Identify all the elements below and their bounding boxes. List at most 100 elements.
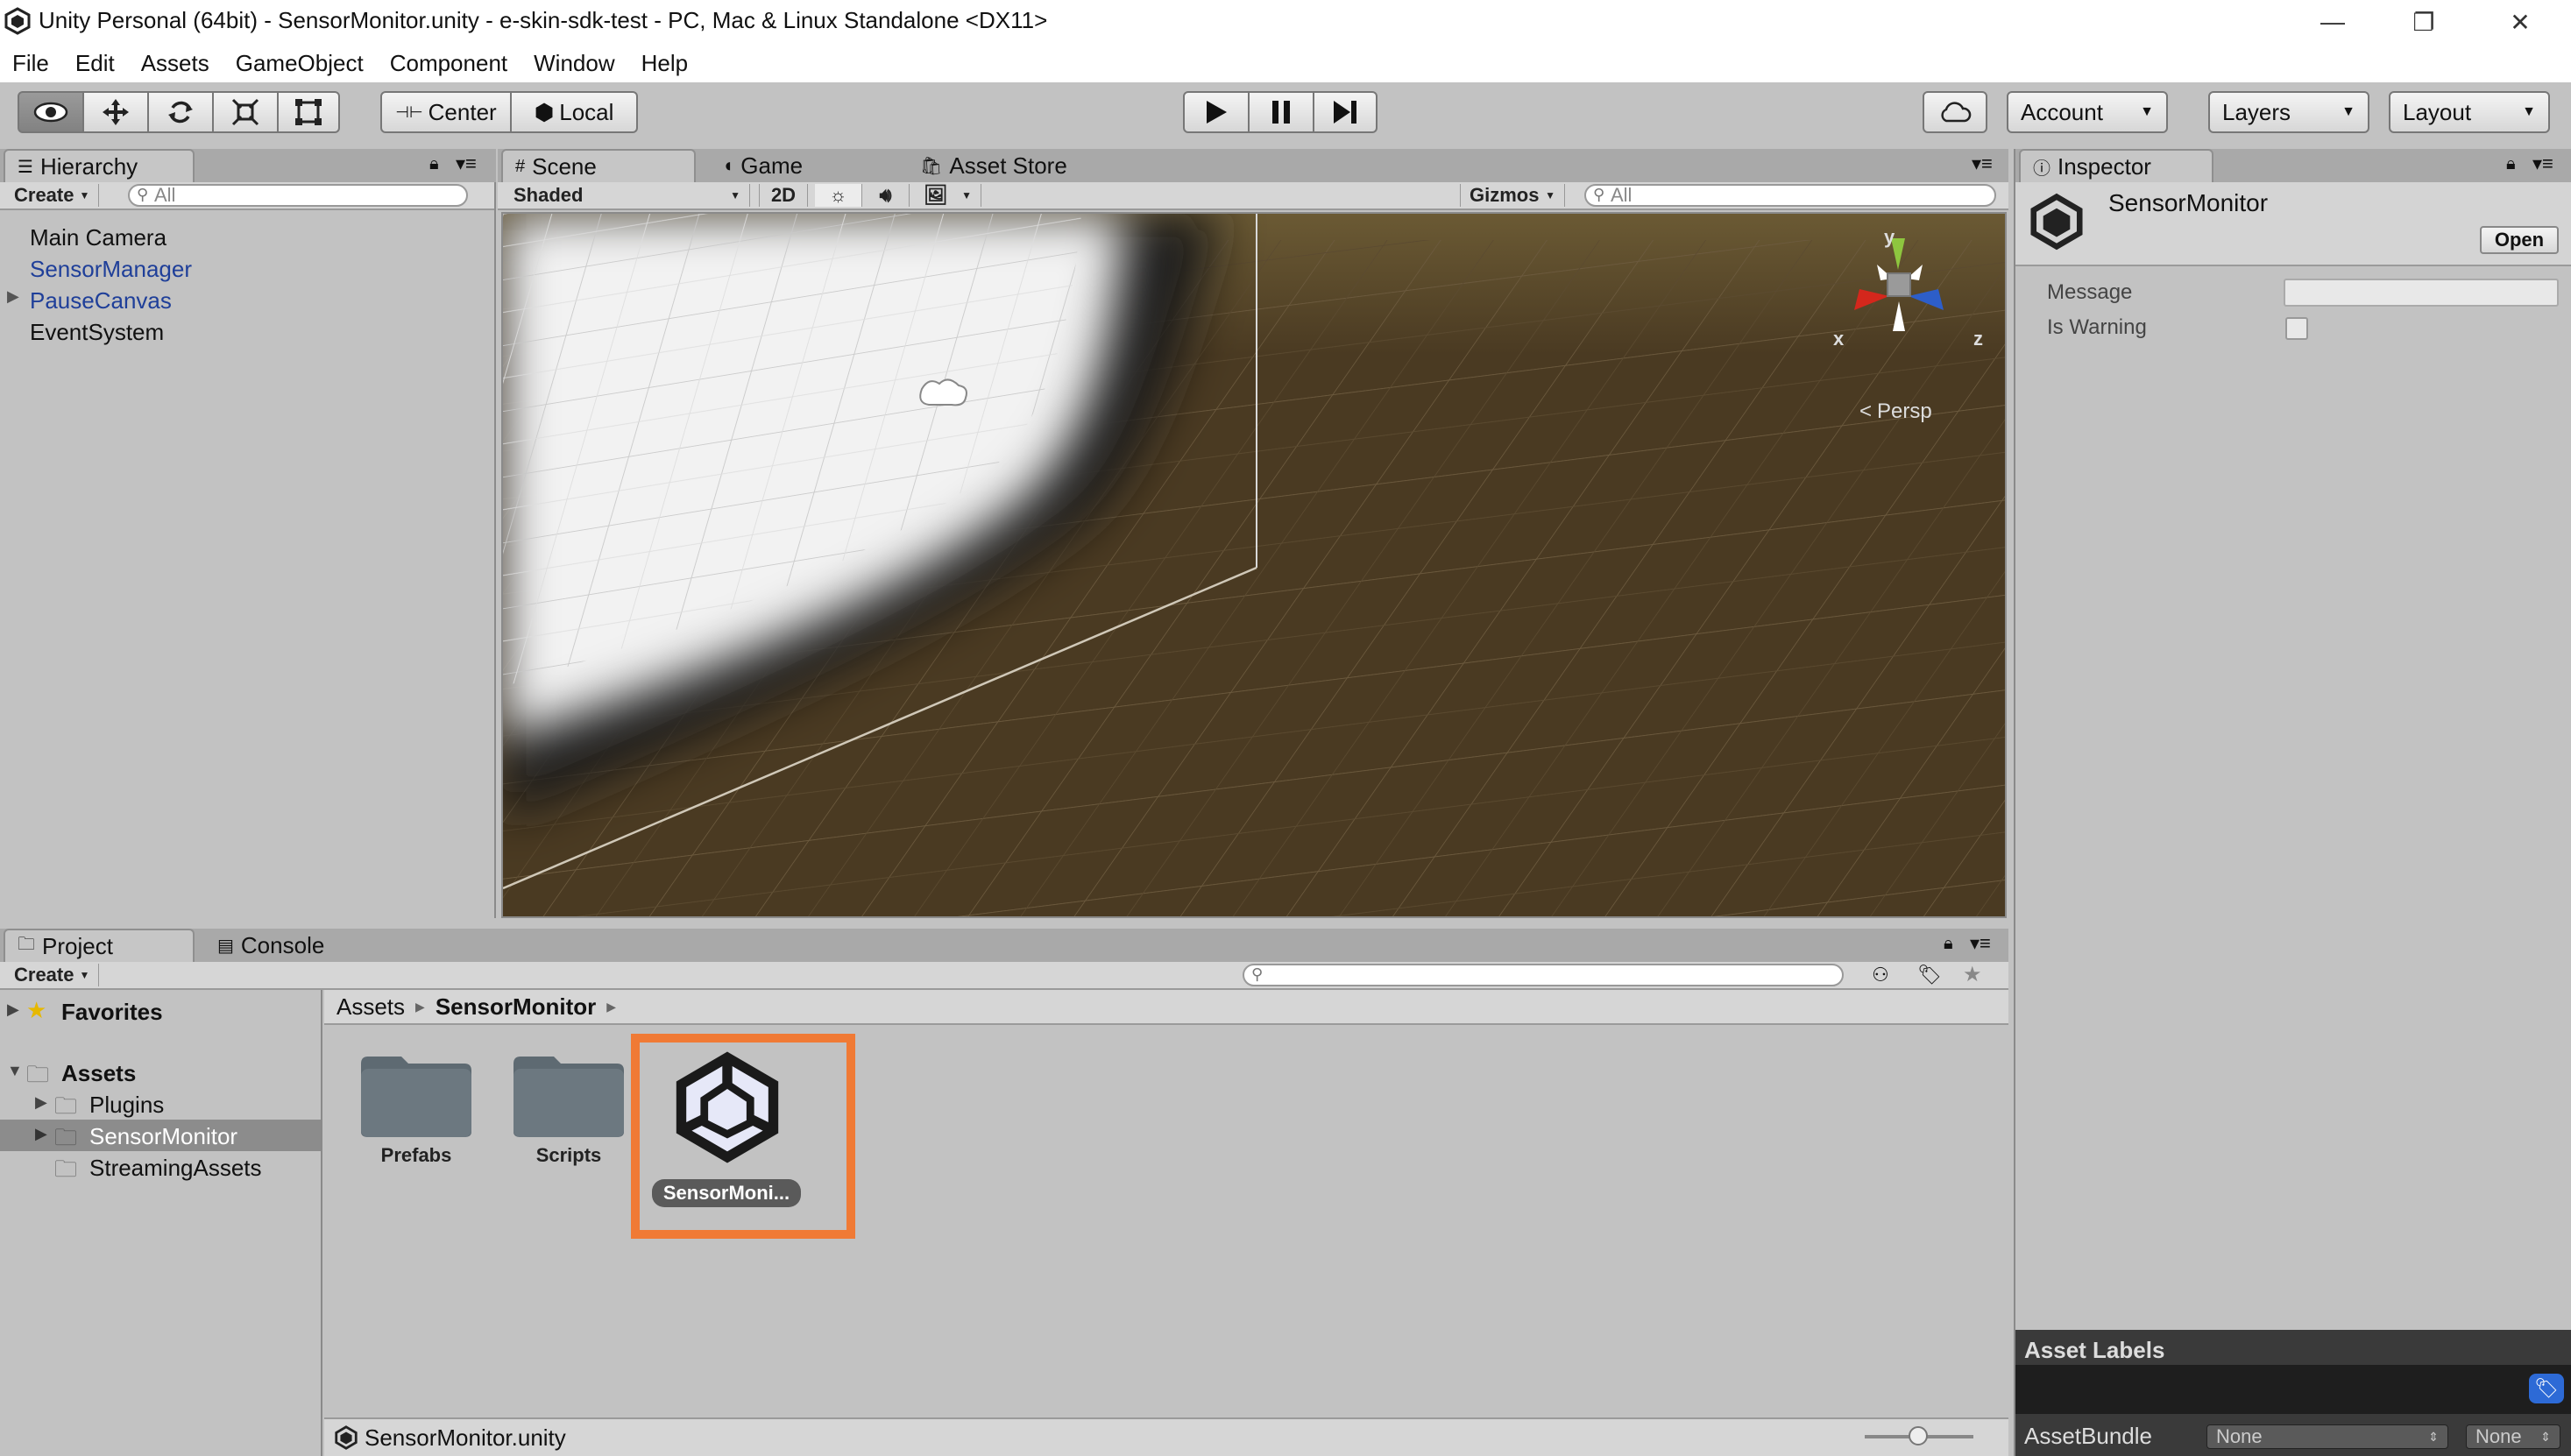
folder-icon: 🗀	[18, 935, 35, 954]
hierarchy-search-input[interactable]: ⚲ All	[128, 184, 468, 207]
scene-tabstrip: # Scene ◖ Game 🛍︎ Asset Store ▾≡	[498, 149, 2008, 182]
menu-gameobject[interactable]: GameObject	[236, 50, 364, 77]
gizmos-dropdown[interactable]: Gizmos ▼	[1460, 184, 1565, 207]
tree-item-sensormonitor[interactable]: SensorMonitor	[89, 1123, 237, 1150]
panel-menu-icon[interactable]: ▾≡	[1972, 152, 1993, 175]
pause-icon	[1272, 101, 1290, 124]
scene-search-input[interactable]: ⚲ All	[1584, 184, 1996, 207]
asset-bundle-variant-dropdown[interactable]: None ⇕	[2466, 1424, 2560, 1449]
image-icon: 🖼︎	[924, 184, 948, 206]
mode-2d-label: 2D	[770, 184, 797, 206]
lock-icon[interactable]: 🔒︎	[2506, 154, 2516, 174]
project-search-input[interactable]: ⚲	[1243, 964, 1844, 986]
is-warning-checkbox[interactable]	[2285, 317, 2308, 340]
menu-help[interactable]: Help	[641, 50, 688, 77]
zoom-slider-thumb[interactable]	[1909, 1426, 1928, 1445]
view-tool-button[interactable]	[18, 91, 84, 133]
breadcrumb-sensormonitor[interactable]: SensorMonitor	[436, 993, 596, 1021]
effects-dropdown[interactable]: 🖼︎ ▼	[915, 184, 981, 207]
tree-item-favorites[interactable]: Favorites	[61, 999, 163, 1026]
tab-inspector[interactable]: ⓘ Inspector	[2019, 149, 2213, 182]
rotate-tool-button[interactable]	[149, 91, 214, 133]
tree-item-streamingassets[interactable]: StreamingAssets	[89, 1155, 262, 1182]
hierarchy-item[interactable]: SensorManager	[30, 256, 192, 283]
tab-hierarchy[interactable]: ☰ Hierarchy	[4, 149, 195, 182]
project-tabstrip: 🗀 Project ▤ Console 🔒︎ ▾≡	[0, 929, 2008, 962]
scale-tool-button[interactable]	[214, 91, 279, 133]
minimize-button[interactable]: —	[2289, 0, 2376, 44]
orientation-gizmo[interactable]	[1828, 226, 1986, 366]
tab-project[interactable]: 🗀 Project	[4, 929, 195, 962]
account-label: Account	[2021, 98, 2103, 125]
open-button[interactable]: Open	[2480, 226, 2559, 254]
menu-file[interactable]: File	[12, 50, 49, 77]
move-tool-button[interactable]	[84, 91, 149, 133]
tab-game-label: Game	[740, 152, 804, 179]
lighting-button[interactable]: ☼	[815, 184, 862, 207]
hierarchy-subbar: Create ▼ ⚲ All	[0, 182, 494, 210]
restore-button[interactable]: ❐	[2380, 0, 2468, 44]
star-icon: ★	[26, 997, 47, 1023]
pivot-center-button[interactable]: ⊣⊢ Center	[380, 91, 512, 133]
account-dropdown[interactable]: Account ▼	[2007, 91, 2168, 133]
expand-arrow-icon[interactable]: ▶	[35, 1093, 47, 1112]
panel-menu-icon[interactable]: ▾≡	[2532, 152, 2553, 175]
asset-bundle-dropdown[interactable]: None ⇕	[2206, 1424, 2448, 1449]
folder-icon	[513, 1057, 624, 1137]
inspector-tabstrip: ⓘ Inspector 🔒︎ ▾≡	[2015, 149, 2571, 182]
collapse-arrow-icon[interactable]: ▼	[7, 1062, 23, 1080]
tab-project-label: Project	[42, 932, 113, 959]
menu-component[interactable]: Component	[390, 50, 507, 77]
menu-assets[interactable]: Assets	[141, 50, 209, 77]
tab-scene[interactable]: # Scene	[501, 149, 696, 182]
play-button[interactable]	[1183, 91, 1250, 133]
projection-toggle[interactable]: < Persp	[1859, 399, 1932, 424]
filter-by-label-icon[interactable]: 🏷︎	[1917, 964, 1942, 986]
rect-tool-button[interactable]	[279, 91, 340, 133]
pivot-local-button[interactable]: ⬢ Local	[512, 91, 638, 133]
expand-arrow-icon[interactable]: ▶	[7, 1000, 19, 1019]
cloud-button[interactable]	[1923, 91, 1987, 133]
layout-dropdown[interactable]: Layout ▼	[2389, 91, 2550, 133]
message-input[interactable]	[2284, 279, 2559, 307]
tab-asset-store[interactable]: 🛍︎ Asset Store	[908, 149, 1109, 182]
tree-item-assets[interactable]: Assets	[61, 1060, 136, 1087]
panel-menu-icon[interactable]: ▾≡	[1970, 932, 1991, 955]
lock-icon[interactable]: 🔒︎	[429, 154, 439, 174]
favorite-star-icon[interactable]: ★	[1963, 962, 1982, 987]
close-button[interactable]: ✕	[2476, 0, 2564, 44]
hierarchy-item[interactable]: Main Camera	[30, 224, 166, 251]
lock-icon[interactable]: 🔒︎	[1944, 934, 1953, 954]
field-label-is-warning: Is Warning	[2047, 315, 2147, 339]
hierarchy-item[interactable]: EventSystem	[30, 319, 164, 346]
expand-arrow-icon[interactable]: ▶	[7, 287, 19, 306]
tab-console-label: Console	[240, 931, 325, 958]
menu-bar: File Edit Assets GameObject Component Wi…	[0, 44, 2571, 82]
tab-game[interactable]: ◖ Game	[710, 149, 885, 182]
asset-bundle-value: None	[2216, 1425, 2263, 1447]
panel-menu-icon[interactable]: ▾≡	[456, 152, 477, 175]
tag-icon[interactable]: 🏷︎	[2529, 1374, 2564, 1403]
menu-window[interactable]: Window	[534, 50, 614, 77]
hierarchy-create-button[interactable]: Create ▼	[5, 184, 100, 207]
mode-2d-button[interactable]: 2D	[759, 184, 808, 207]
filter-by-type-icon[interactable]: ⚇	[1872, 964, 1889, 986]
shading-mode-dropdown[interactable]: Shaded ▼	[505, 184, 750, 207]
layers-dropdown[interactable]: Layers ▼	[2208, 91, 2369, 133]
project-create-button[interactable]: Create ▼	[5, 964, 100, 986]
tree-item-plugins[interactable]: Plugins	[89, 1092, 164, 1119]
expand-arrow-icon[interactable]: ▶	[35, 1125, 47, 1143]
pause-button[interactable]	[1250, 91, 1314, 133]
scene-viewport[interactable]: y x z < Persp	[501, 212, 2007, 918]
tab-console[interactable]: ▤ Console	[205, 929, 380, 962]
hierarchy-item[interactable]: PauseCanvas	[30, 287, 172, 315]
tab-asset-store-label: Asset Store	[949, 152, 1067, 179]
audio-button[interactable]: 🔊︎	[862, 184, 910, 207]
console-icon: ▤	[217, 936, 234, 956]
breadcrumb-assets[interactable]: Assets	[336, 993, 405, 1021]
step-button[interactable]	[1314, 91, 1378, 133]
pivot-icon: ⊣⊢	[395, 102, 423, 121]
asset-caption: Prefabs	[380, 1144, 452, 1166]
menu-edit[interactable]: Edit	[75, 50, 115, 77]
scale-icon	[231, 98, 259, 126]
